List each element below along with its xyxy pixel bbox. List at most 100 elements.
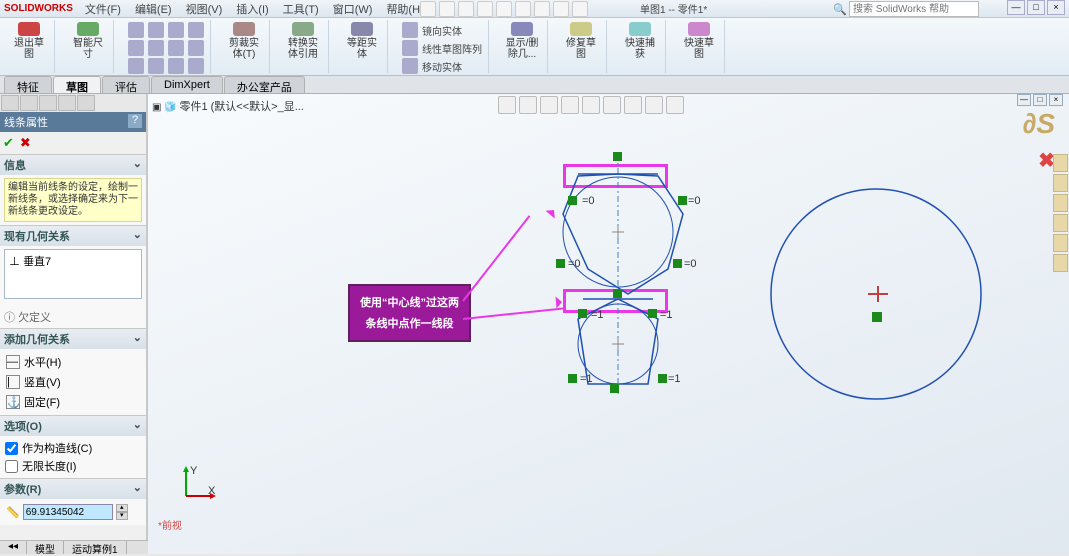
task-library-icon[interactable] xyxy=(1053,194,1068,212)
section-view-icon[interactable] xyxy=(561,96,579,114)
collapse-icon[interactable]: ⌄ xyxy=(133,418,142,434)
maximize-button[interactable]: □ xyxy=(1027,0,1045,15)
mirror-icon[interactable] xyxy=(402,22,418,38)
spin-down[interactable]: ▾ xyxy=(116,512,128,520)
tab-model[interactable]: 模型 xyxy=(27,541,64,554)
repair-button[interactable]: 修复草图 xyxy=(562,22,600,60)
pattern-label[interactable]: 线性草图阵列 xyxy=(422,41,482,56)
fix-relation[interactable]: ⚓固定(F) xyxy=(4,392,142,412)
rect-tool-icon[interactable] xyxy=(148,22,164,38)
menu-edit[interactable]: 编辑(E) xyxy=(129,0,178,18)
rapid-sketch-button[interactable]: 快速草图 xyxy=(680,22,718,60)
menu-file[interactable]: 文件(F) xyxy=(79,0,127,18)
circle-tool-icon[interactable] xyxy=(168,22,184,38)
mirror-label[interactable]: 镜向实体 xyxy=(422,23,462,38)
offset-button[interactable]: 等距实体 xyxy=(343,22,381,60)
fm-tab-4[interactable] xyxy=(58,95,76,111)
menu-insert[interactable]: 插入(I) xyxy=(230,0,274,18)
task-resources-icon[interactable] xyxy=(1053,254,1068,272)
doc-max-button[interactable]: □ xyxy=(1033,94,1047,106)
display-style-icon[interactable] xyxy=(603,96,621,114)
doc-min-button[interactable]: — xyxy=(1017,94,1031,106)
cancel-button[interactable]: ✖ xyxy=(20,135,31,151)
quick-snap-button[interactable]: 快速捕获 xyxy=(621,22,659,60)
task-appearances-icon[interactable] xyxy=(1053,154,1068,172)
scene-icon[interactable] xyxy=(645,96,663,114)
flyout-tree[interactable]: ▣ 🧊 零件1 (默认<<默认>_显... xyxy=(152,98,304,114)
select-icon[interactable] xyxy=(515,1,531,17)
menu-window[interactable]: 窗口(W) xyxy=(327,0,379,18)
menu-tools[interactable]: 工具(T) xyxy=(277,0,325,18)
options-icon[interactable] xyxy=(553,1,569,17)
rebuild-icon[interactable] xyxy=(534,1,550,17)
fm-tab-1[interactable] xyxy=(1,95,19,111)
length-input[interactable] xyxy=(23,504,113,520)
task-palette-icon[interactable] xyxy=(1053,234,1068,252)
close-button[interactable]: × xyxy=(1047,0,1065,15)
infinite-checkbox[interactable] xyxy=(5,460,18,473)
prev-view-icon[interactable] xyxy=(540,96,558,114)
slot-tool-icon[interactable] xyxy=(128,40,144,56)
app-logo: SOLIDWORKS xyxy=(4,3,73,14)
fm-tab-3[interactable] xyxy=(39,95,57,111)
smart-dimension-button[interactable]: 智能尺寸 xyxy=(69,22,107,60)
zoom-fit-icon[interactable] xyxy=(498,96,516,114)
fillet-tool-icon[interactable] xyxy=(168,58,184,74)
help-quick-icon[interactable] xyxy=(572,1,588,17)
undo-icon[interactable] xyxy=(496,1,512,17)
menu-view[interactable]: 视图(V) xyxy=(180,0,229,18)
arc-tool-icon[interactable] xyxy=(188,22,204,38)
print-icon[interactable] xyxy=(477,1,493,17)
svg-text:=0: =0 xyxy=(582,195,595,207)
move-icon[interactable] xyxy=(402,58,418,74)
pattern-icon[interactable] xyxy=(402,40,418,56)
fm-tab-5[interactable] xyxy=(77,95,95,111)
nav-prev[interactable]: ◂◂ xyxy=(0,541,27,554)
zoom-area-icon[interactable] xyxy=(519,96,537,114)
view-settings-icon[interactable] xyxy=(666,96,684,114)
ok-button[interactable]: ✔ xyxy=(3,135,14,151)
plane-tool-icon[interactable] xyxy=(188,58,204,74)
vertical-relation[interactable]: |竖直(V) xyxy=(4,372,142,392)
horizontal-relation[interactable]: —水平(H) xyxy=(4,352,142,372)
spin-up[interactable]: ▴ xyxy=(116,504,128,512)
ellipse-tool-icon[interactable] xyxy=(188,40,204,56)
tab-motion[interactable]: 运动算例1 xyxy=(64,541,127,554)
text-tool-icon[interactable] xyxy=(148,58,164,74)
new-icon[interactable] xyxy=(420,1,436,17)
tab-features[interactable]: 特征 xyxy=(4,76,52,93)
poly-tool-icon[interactable] xyxy=(148,40,164,56)
move-label[interactable]: 移动实体 xyxy=(422,59,462,74)
fm-tab-2[interactable] xyxy=(20,95,38,111)
open-icon[interactable] xyxy=(439,1,455,17)
tab-sketch[interactable]: 草图 xyxy=(53,76,101,93)
collapse-icon[interactable]: ⌄ xyxy=(133,481,142,497)
show-hide-button[interactable]: 显示/删除几... xyxy=(503,22,541,60)
tab-dimxpert[interactable]: DimXpert xyxy=(151,76,223,93)
collapse-icon[interactable]: ⌄ xyxy=(133,157,142,173)
tab-office[interactable]: 办公室产品 xyxy=(224,76,305,93)
doc-close-button[interactable]: × xyxy=(1049,94,1063,106)
collapse-icon[interactable]: ⌄ xyxy=(133,331,142,347)
trim-button[interactable]: 剪裁实体(T) xyxy=(225,22,263,60)
relation-item[interactable]: ⊥ 垂直7 xyxy=(7,252,139,270)
spline-tool-icon[interactable] xyxy=(168,40,184,56)
help-icon[interactable]: ? xyxy=(128,114,142,128)
save-icon[interactable] xyxy=(458,1,474,17)
relations-list[interactable]: ⊥ 垂直7 xyxy=(4,249,142,299)
convert-button[interactable]: 转换实体引用 xyxy=(284,22,322,60)
task-decals-icon[interactable] xyxy=(1053,174,1068,192)
collapse-icon[interactable]: ⌄ xyxy=(133,228,142,244)
point-tool-icon[interactable] xyxy=(128,58,144,74)
tab-evaluate[interactable]: 评估 xyxy=(102,76,150,93)
sketch-geometry: =0=0 =0=0 =1=1 =1=1 xyxy=(148,94,1068,554)
exit-sketch-button[interactable]: 退出草图 xyxy=(10,22,48,60)
view-orient-icon[interactable] xyxy=(582,96,600,114)
hide-show-icon[interactable] xyxy=(624,96,642,114)
task-explorer-icon[interactable] xyxy=(1053,214,1068,232)
graphics-area[interactable]: — □ × ▣ 🧊 零件1 (默认<<默认>_显... ∂S ✖ xyxy=(148,94,1069,554)
construction-checkbox[interactable] xyxy=(5,442,18,455)
line-tool-icon[interactable] xyxy=(128,22,144,38)
minimize-button[interactable]: — xyxy=(1007,0,1025,15)
search-input[interactable] xyxy=(849,1,979,17)
